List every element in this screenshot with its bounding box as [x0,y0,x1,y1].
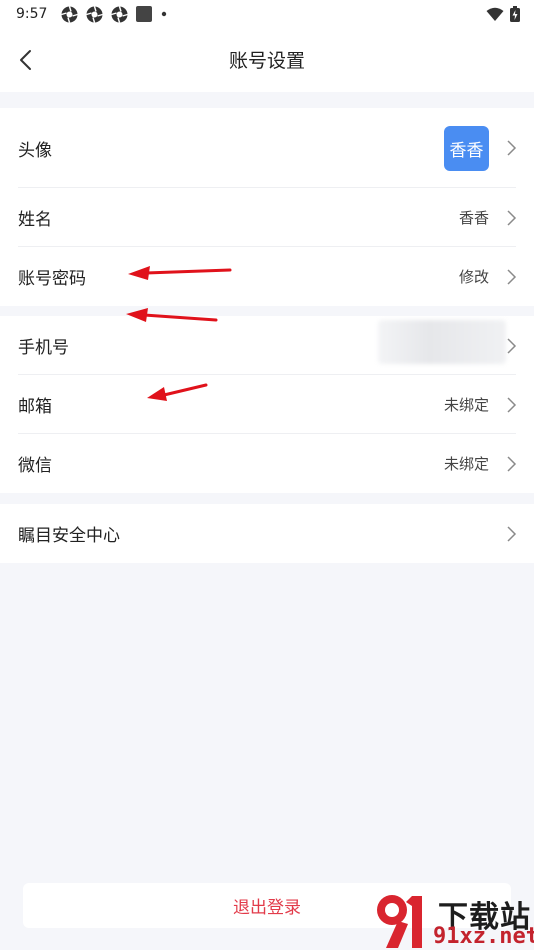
watermark-url: 91xz.net [433,924,534,949]
wifi-icon [486,7,504,21]
wechat-value: 未绑定 [443,455,489,473]
status-right [486,6,520,22]
chevron-right-icon [507,396,517,413]
watermark-logo-icon [377,895,422,948]
avatar-label: 头像 [18,140,52,161]
security-center-label: 瞩目安全中心 [18,526,120,546]
aperture-icon [61,5,79,23]
binding-section: 手机号 邮箱 未绑定 微信 未绑定 [0,316,534,493]
annotation-arrow [128,266,232,280]
password-label: 账号密码 [18,269,86,289]
chevron-right-icon [507,140,517,156]
chevron-right-icon [507,268,517,285]
profile-section: 头像 香香 姓名 香香 账号密码 修改 [0,108,534,306]
name-label: 姓名 [18,210,52,230]
email-value: 未绑定 [443,396,489,414]
wechat-row[interactable]: 微信 未绑定 [0,434,534,493]
chevron-right-icon [507,209,517,226]
status-bar: 9:57 [0,0,534,28]
wechat-label: 微信 [18,456,52,476]
annotation-arrow [126,308,218,322]
annotation-arrow [147,383,208,401]
security-section: 瞩目安全中心 [0,504,534,563]
page-title: 账号设置 [228,50,305,72]
chevron-right-icon [507,525,517,542]
chevron-right-icon [507,455,517,472]
password-row[interactable]: 账号密码 修改 [0,247,534,306]
security-center-row[interactable]: 瞩目安全中心 [0,504,534,563]
email-row[interactable]: 邮箱 未绑定 [0,375,534,434]
name-row[interactable]: 姓名 香香 [0,188,534,247]
square-icon [136,6,153,22]
phone-row[interactable]: 手机号 [0,316,534,375]
dot-icon [162,11,167,17]
nav-bar: 账号设置 [0,28,534,92]
phone-value-blurred [378,320,506,364]
status-time: 9:57 [16,6,48,22]
aperture-icon [111,5,129,23]
name-value: 香香 [458,209,489,227]
aperture-icon [86,5,104,23]
watermark: 下载站 91xz.net [368,888,534,950]
password-value: 修改 [458,268,489,286]
battery-icon [510,6,520,22]
avatar-row[interactable]: 头像 香香 [0,108,534,188]
avatar: 香香 [444,125,489,171]
chevron-right-icon [507,337,517,354]
status-icons [61,5,168,23]
email-label: 邮箱 [18,397,52,417]
